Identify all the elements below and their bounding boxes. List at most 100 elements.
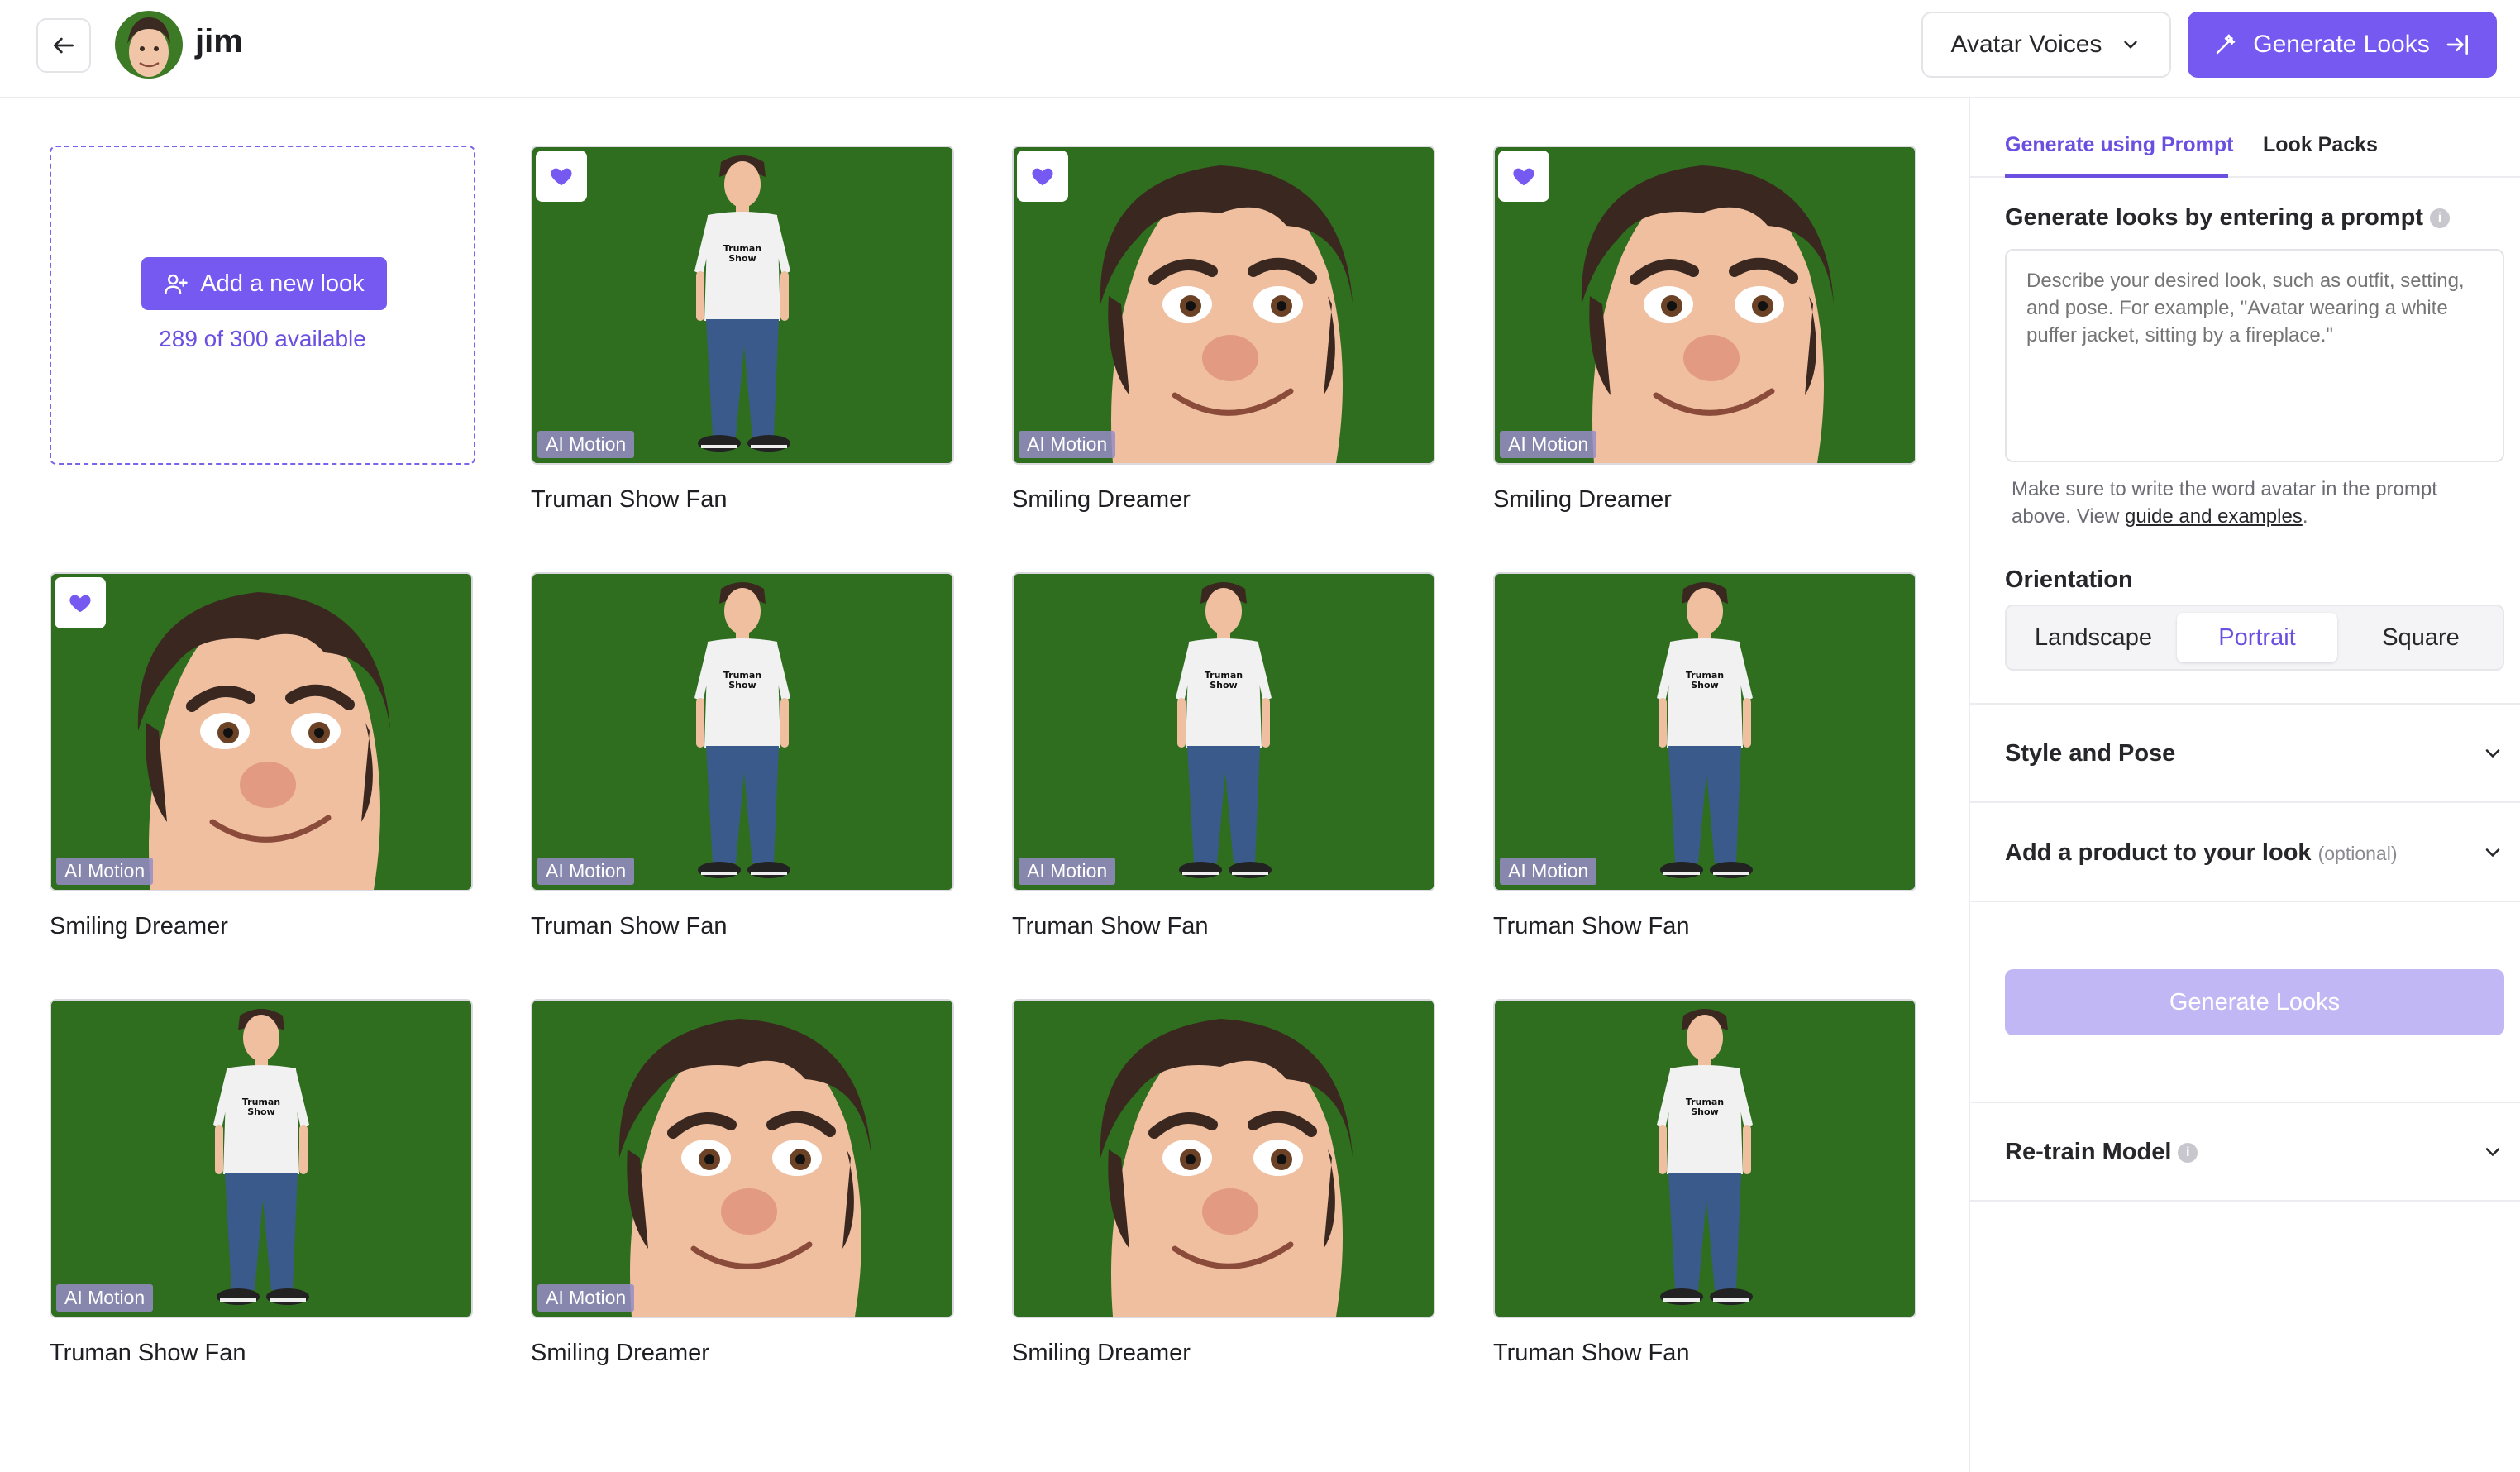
look-thumbnail[interactable]: Truman Show <box>1493 999 1916 1318</box>
magic-wand-icon <box>2217 34 2236 55</box>
svg-text:Show: Show <box>1691 680 1718 691</box>
add-product-section[interactable]: Add a product to your look (optional) <box>2005 828 2504 877</box>
ai-motion-badge: AI Motion <box>537 431 635 458</box>
generate-looks-header-button[interactable]: Generate Looks <box>2188 12 2497 78</box>
add-new-look-label: Add a new look <box>200 270 365 297</box>
look-thumbnail[interactable]: Truman Show AI Motion <box>1493 572 1916 891</box>
add-look-card: Add a new look 289 of 300 available <box>50 146 475 465</box>
tab-look-packs[interactable]: Look Packs <box>2263 133 2378 157</box>
retrain-model-heading: Re-train Model i <box>2005 1139 2198 1166</box>
look-name: Truman Show Fan <box>1012 913 1209 939</box>
add-product-heading: Add a product to your look (optional) <box>2005 839 2398 867</box>
orientation-square[interactable]: Square <box>2341 613 2501 662</box>
divider <box>1970 801 2520 803</box>
orientation-heading: Orientation <box>2005 566 2133 593</box>
tab-generate-using-prompt[interactable]: Generate using Prompt <box>2005 133 2233 157</box>
retrain-model-label: Re-train Model <box>2005 1138 2172 1165</box>
arrow-right-to-bracket-icon <box>2446 35 2468 55</box>
prompt-hint: Make sure to write the word avatar in th… <box>2012 476 2499 530</box>
generate-looks-button[interactable]: Generate Looks <box>2005 969 2504 1035</box>
chevron-down-icon <box>2485 749 2500 758</box>
heart-icon <box>551 168 572 186</box>
add-product-label: Add a product to your look <box>2005 839 2312 866</box>
heart-icon <box>1032 168 1053 186</box>
info-icon[interactable]: i <box>2178 1142 2198 1163</box>
svg-text:Show: Show <box>728 253 756 264</box>
look-thumbnail[interactable]: AI Motion <box>531 999 954 1318</box>
generate-panel: Generate using Prompt Look Packs Generat… <box>1969 98 2520 1472</box>
active-tab-indicator <box>2005 174 2228 178</box>
ai-motion-badge: AI Motion <box>537 858 635 885</box>
ai-motion-badge: AI Motion <box>537 1284 635 1312</box>
divider <box>1970 1200 2520 1202</box>
look-card[interactable]: Truman Show AI Motion Truman Show Fan <box>1493 572 1916 940</box>
look-thumbnail[interactable]: Truman Show AI Motion <box>531 146 954 465</box>
favorite-button[interactable] <box>1017 151 1068 202</box>
style-and-pose-section[interactable]: Style and Pose <box>2005 729 2504 778</box>
user-plus-icon <box>165 274 189 294</box>
look-card[interactable]: Truman Show AI Motion Truman Show Fan <box>50 999 473 1367</box>
ai-motion-badge: AI Motion <box>1019 858 1116 885</box>
look-thumbnail[interactable]: AI Motion <box>1012 146 1435 465</box>
retrain-model-section[interactable]: Re-train Model i <box>2005 1127 2504 1177</box>
look-card[interactable]: AI Motion Smiling Dreamer <box>1493 146 1916 514</box>
look-thumbnail[interactable]: Truman Show AI Motion <box>531 572 954 891</box>
avatar-voices-label: Avatar Voices <box>1950 31 2102 58</box>
back-button[interactable] <box>36 18 91 73</box>
orientation-portrait[interactable]: Portrait <box>2177 613 2337 662</box>
avatar-voices-dropdown[interactable]: Avatar Voices <box>1921 12 2171 78</box>
svg-text:Show: Show <box>1691 1106 1718 1117</box>
look-name: Truman Show Fan <box>1493 913 1690 939</box>
ai-motion-badge: AI Motion <box>1019 431 1116 458</box>
ai-motion-badge: AI Motion <box>1500 858 1597 885</box>
look-name: Truman Show Fan <box>531 913 728 939</box>
look-card[interactable]: AI Motion Smiling Dreamer <box>50 572 473 940</box>
svg-text:Show: Show <box>1210 680 1237 691</box>
favorite-button[interactable] <box>55 577 106 628</box>
guide-and-examples-link[interactable]: guide and examples <box>2125 505 2303 528</box>
look-name: Smiling Dreamer <box>50 913 228 939</box>
look-card[interactable]: AI Motion Smiling Dreamer <box>531 999 954 1367</box>
divider <box>1970 1102 2520 1103</box>
look-name: Truman Show Fan <box>531 486 728 513</box>
look-card[interactable]: Truman Show Truman Show Fan <box>1493 999 1916 1367</box>
ai-motion-badge: AI Motion <box>56 858 154 885</box>
look-name: Smiling Dreamer <box>1012 1340 1191 1366</box>
prompt-heading: Generate looks by entering a prompt i <box>2005 204 2450 232</box>
add-new-look-button[interactable]: Add a new look <box>141 257 387 310</box>
prompt-heading-text: Generate looks by entering a prompt <box>2005 204 2423 231</box>
look-name: Truman Show Fan <box>1493 1340 1690 1366</box>
look-thumbnail[interactable]: Truman Show AI Motion <box>50 999 473 1318</box>
optional-label: (optional) <box>2317 842 2398 864</box>
look-card[interactable]: Smiling Dreamer <box>1012 999 1435 1367</box>
page-title: jim <box>195 23 243 60</box>
generate-looks-header-label: Generate Looks <box>2253 31 2430 58</box>
look-name: Smiling Dreamer <box>1012 486 1191 513</box>
divider <box>1970 703 2520 705</box>
look-name: Smiling Dreamer <box>531 1340 709 1366</box>
prompt-input[interactable] <box>2005 249 2504 462</box>
orientation-landscape[interactable]: Landscape <box>2013 613 2174 662</box>
orientation-selector: Landscape Portrait Square <box>2005 605 2504 671</box>
prompt-hint-end: . <box>2302 505 2308 528</box>
look-thumbnail[interactable] <box>1012 999 1435 1318</box>
look-card[interactable]: Truman Show AI Motion Truman Show Fan <box>1012 572 1435 940</box>
look-thumbnail[interactable]: AI Motion <box>50 572 473 891</box>
looks-available-count: 289 of 300 available <box>159 326 366 351</box>
chevron-down-icon <box>2124 41 2138 49</box>
look-name: Smiling Dreamer <box>1493 486 1672 513</box>
look-card[interactable]: AI Motion Smiling Dreamer <box>1012 146 1435 514</box>
divider <box>1970 901 2520 902</box>
info-icon[interactable]: i <box>2430 208 2450 229</box>
svg-text:Show: Show <box>728 680 756 691</box>
ai-motion-badge: AI Motion <box>1500 431 1597 458</box>
top-bar: jim Avatar Voices Generate Looks <box>0 0 2520 98</box>
look-card[interactable]: Truman Show AI Motion Truman Show Fan <box>531 572 954 940</box>
favorite-button[interactable] <box>1498 151 1549 202</box>
ai-motion-badge: AI Motion <box>56 1284 154 1312</box>
look-thumbnail[interactable]: AI Motion <box>1493 146 1916 465</box>
favorite-button[interactable] <box>536 151 587 202</box>
look-card[interactable]: Truman Show AI Motion Truman Show Fan <box>531 146 954 514</box>
chevron-down-icon <box>2485 848 2500 857</box>
look-thumbnail[interactable]: Truman Show AI Motion <box>1012 572 1435 891</box>
